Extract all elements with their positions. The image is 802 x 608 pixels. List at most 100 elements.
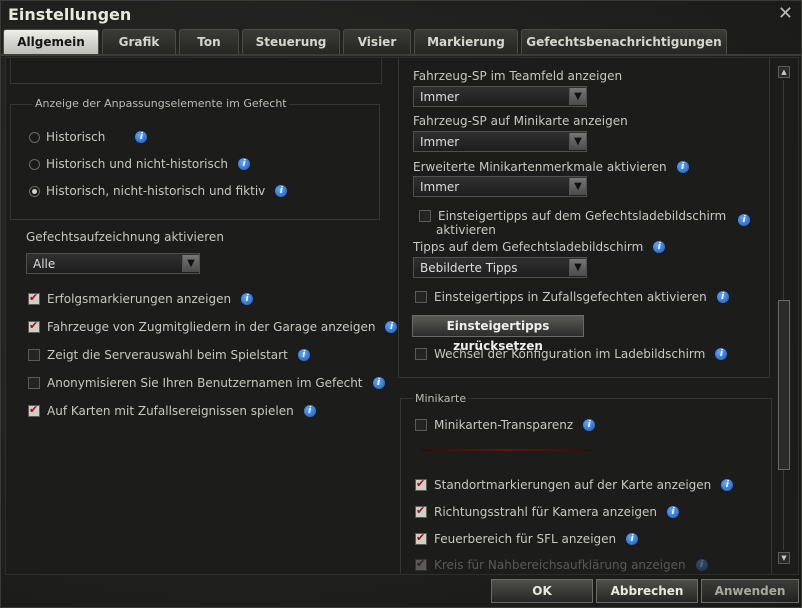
checkbox-konfiguration-wechsel[interactable]: Wechsel der Konfiguration im Ladebildsch… xyxy=(415,346,728,362)
info-icon[interactable]: i xyxy=(241,293,254,305)
dropdown-value: Immer xyxy=(420,89,460,104)
checkbox-richtungsstrahl[interactable]: Richtungsstrahl für Kamera anzeigen i xyxy=(415,504,680,520)
tab-gefechtsbenachrichtigungen[interactable]: Gefechtsbenachrichtigungen xyxy=(521,29,727,54)
title-bar: Einstellungen ✕ xyxy=(1,1,801,29)
checkbox[interactable] xyxy=(28,349,40,361)
checkbox-anonymisieren[interactable]: Anonymisieren Sie Ihren Benutzernamen im… xyxy=(28,375,385,391)
tab-steuerung[interactable]: Steuerung xyxy=(242,29,340,54)
tab-ton[interactable]: Ton xyxy=(179,29,239,54)
hp-minimap-dropdown[interactable]: Immer ▼ xyxy=(413,131,587,152)
info-icon[interactable]: i xyxy=(676,161,689,173)
info-icon[interactable]: i xyxy=(385,321,398,333)
minimap-group: Minikarte Minikarten-Transparenz i Stand… xyxy=(400,392,772,574)
radio-label: Historisch, nicht-historisch und fiktiv xyxy=(46,184,266,198)
checkbox-einsteigertipps-ladebildschirm[interactable]: Einsteigertipps auf dem Gefechtsladebild… xyxy=(419,208,751,226)
hp-team-label: Fahrzeug-SP im Teamfeld anzeigen xyxy=(413,69,623,83)
cancel-button[interactable]: Abbrechen xyxy=(596,579,698,603)
checkbox-nahbereichsaufklaerung[interactable]: Kreis für Nahbereichsaufklärung anzeigen… xyxy=(415,557,708,573)
checkbox-einsteigertipps-zufallsgefechte[interactable]: Einsteigertipps in Zufallsgefechten akti… xyxy=(415,289,729,305)
radio-historisch-fiktiv[interactable]: Historisch, nicht-historisch und fiktiv … xyxy=(29,183,288,199)
info-icon[interactable]: i xyxy=(626,533,639,545)
tab-visier[interactable]: Visier xyxy=(343,29,411,54)
checkbox-zufallsereignisse[interactable]: Auf Karten mit Zufallsereignissen spiele… xyxy=(28,403,316,419)
radio-button[interactable] xyxy=(29,131,40,143)
checkbox-label: Zeigt die Serverauswahl beim Spielstart xyxy=(47,348,288,362)
scrollbar[interactable]: ▲ ▼ xyxy=(778,66,790,564)
checkbox-label: Anonymisieren Sie Ihren Benutzernamen im… xyxy=(47,376,363,390)
loading-tips-dropdown[interactable]: Bebilderte Tipps ▼ xyxy=(413,257,587,278)
checkbox-label: Minikarten-Transparenz xyxy=(434,418,574,432)
checkbox-standortmarkierungen[interactable]: Standortmarkierungen auf der Karte anzei… xyxy=(415,477,734,493)
checkbox[interactable] xyxy=(415,419,427,431)
checkbox[interactable] xyxy=(415,291,427,303)
ext-minimap-row: Erweiterte Minikartenmerkmale aktivieren… xyxy=(413,159,689,175)
checkbox-erfolgsmarkierungen[interactable]: Erfolgsmarkierungen anzeigen i xyxy=(28,291,254,307)
scroll-thumb[interactable] xyxy=(778,300,790,470)
checkbox-label: Fahrzeuge von Zugmitgliedern in der Gara… xyxy=(47,320,376,334)
dropdown-value: Alle xyxy=(33,256,56,271)
checkbox-serverauswahl[interactable]: Zeigt die Serverauswahl beim Spielstart … xyxy=(28,347,310,363)
close-icon[interactable]: ✕ xyxy=(778,3,793,24)
transparency-slider-track[interactable] xyxy=(421,449,591,451)
reset-tips-button[interactable]: Einsteigertipps zurücksetzen xyxy=(412,315,584,353)
info-icon[interactable]: i xyxy=(695,559,708,571)
checkbox-label: Einsteigertipps auf dem Gefechtsladebild… xyxy=(438,209,727,223)
info-icon[interactable]: i xyxy=(715,348,728,360)
radio-button[interactable] xyxy=(29,158,40,170)
checkbox[interactable] xyxy=(415,504,427,518)
checkbox-feuerbereich[interactable]: Feuerbereich für SFL anzeigen i xyxy=(415,531,639,547)
tab-markierung[interactable]: Markierung xyxy=(414,29,518,54)
checkbox[interactable] xyxy=(415,348,427,360)
loading-tips-row: Tipps auf dem Gefechtsladebildschirm i xyxy=(413,239,666,255)
loading-tips-label: Tipps auf dem Gefechtsladebildschirm xyxy=(413,240,644,254)
checkbox[interactable] xyxy=(28,319,40,333)
dropdown-value: Immer xyxy=(420,179,460,194)
apply-button[interactable]: Anwenden xyxy=(701,579,799,603)
info-icon[interactable]: i xyxy=(237,158,250,170)
chevron-down-icon[interactable]: ▼ xyxy=(569,88,586,105)
chevron-down-icon[interactable]: ▼ xyxy=(182,255,199,272)
info-icon[interactable]: i xyxy=(721,479,734,491)
info-icon[interactable]: i xyxy=(135,131,148,143)
info-icon[interactable]: i xyxy=(372,377,385,389)
recording-dropdown[interactable]: Alle ▼ xyxy=(26,253,200,274)
chevron-down-icon[interactable]: ▼ xyxy=(569,259,586,276)
checkbox[interactable] xyxy=(28,377,40,389)
tab-bar: Allgemein Grafik Ton Steuerung Visier Ma… xyxy=(3,29,801,55)
radio-historisch-nicht-historisch[interactable]: Historisch und nicht-historisch i xyxy=(29,156,250,172)
scroll-up-icon[interactable]: ▲ xyxy=(778,66,790,78)
radio-label: Historisch xyxy=(46,130,106,144)
info-icon[interactable]: i xyxy=(653,241,666,253)
checkbox-zugmitglieder[interactable]: Fahrzeuge von Zugmitgliedern in der Gara… xyxy=(28,319,398,335)
info-icon[interactable]: i xyxy=(275,185,288,197)
hp-minimap-label: Fahrzeug-SP auf Minikarte anzeigen xyxy=(413,114,628,128)
checkbox[interactable] xyxy=(28,403,40,417)
scroll-down-icon[interactable]: ▼ xyxy=(778,552,790,564)
chevron-down-icon[interactable]: ▼ xyxy=(569,178,586,195)
checkbox[interactable] xyxy=(28,291,40,305)
tab-allgemein[interactable]: Allgemein xyxy=(3,29,99,54)
checkbox-label-line2: aktivieren xyxy=(436,223,496,237)
tab-divider xyxy=(1,54,801,56)
recording-label: Gefechtsaufzeichnung aktivieren xyxy=(26,230,224,244)
info-icon[interactable]: i xyxy=(297,349,310,361)
info-icon[interactable]: i xyxy=(303,405,316,417)
chevron-down-icon[interactable]: ▼ xyxy=(569,133,586,150)
checkbox-minikarten-transparenz[interactable]: Minikarten-Transparenz i xyxy=(415,417,596,433)
checkbox[interactable] xyxy=(415,531,427,545)
previous-group-box xyxy=(10,58,382,84)
checkbox[interactable] xyxy=(419,210,431,222)
radio-button-selected[interactable] xyxy=(29,185,40,197)
tab-grafik[interactable]: Grafik xyxy=(102,29,176,54)
ext-minimap-dropdown[interactable]: Immer ▼ xyxy=(413,176,587,197)
hp-team-dropdown[interactable]: Immer ▼ xyxy=(413,86,587,107)
checkbox[interactable] xyxy=(415,557,427,571)
info-icon[interactable]: i xyxy=(667,506,680,518)
checkbox[interactable] xyxy=(415,477,427,491)
radio-historisch[interactable]: Historisch i xyxy=(29,129,148,145)
info-icon[interactable]: i xyxy=(583,419,596,431)
ok-button[interactable]: OK xyxy=(491,579,593,603)
custom-elements-group: Anzeige der Anpassungselemente im Gefech… xyxy=(10,97,380,220)
checkbox-label: Erfolgsmarkierungen anzeigen xyxy=(47,292,232,306)
info-icon[interactable]: i xyxy=(716,291,729,303)
